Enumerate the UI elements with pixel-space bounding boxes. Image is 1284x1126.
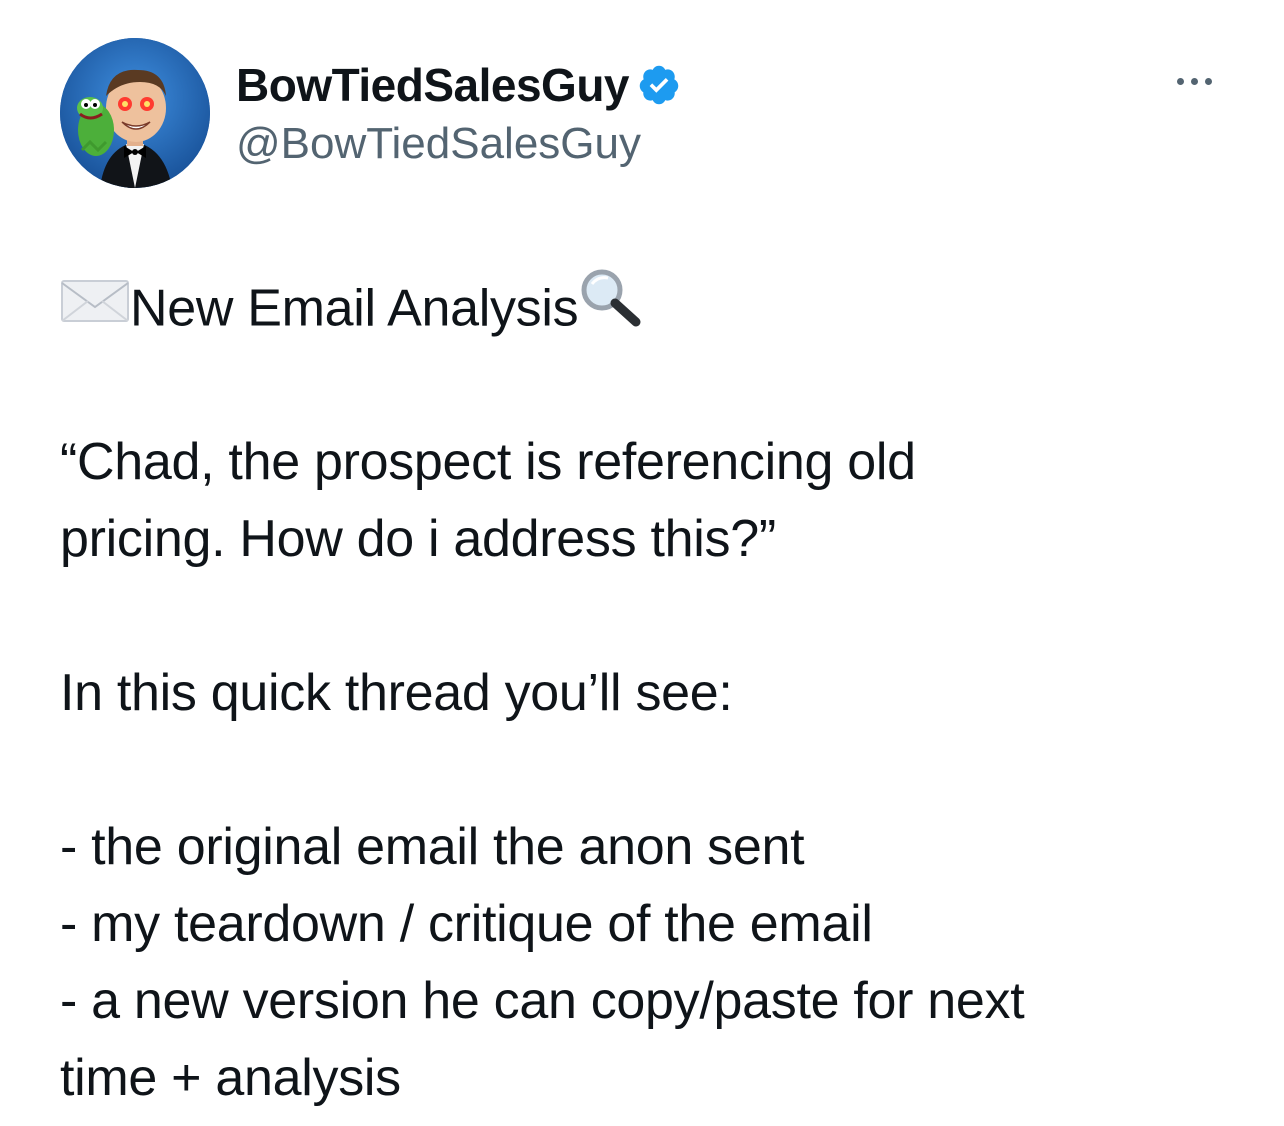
display-name-row: BowTiedSalesGuy — [236, 56, 681, 114]
author-names: BowTiedSalesGuy @BowTiedSalesGuy — [236, 56, 681, 172]
author-handle[interactable]: @BowTiedSalesGuy — [236, 116, 681, 172]
more-dot — [1190, 77, 1198, 85]
bullet-item-1: - the original email the anon sent — [60, 818, 805, 876]
avatar-image — [60, 38, 210, 188]
bullet-item-3-continued: time + analysis — [60, 1049, 401, 1107]
display-name[interactable]: BowTiedSalesGuy — [236, 56, 630, 114]
tweet-header: BowTiedSalesGuy @BowTiedSalesGuy — [60, 38, 1224, 190]
bullet-item-3: - a new version he can copy/paste for ne… — [60, 972, 1025, 1030]
tweet-text: New Email Analysis “Chad, the prospect i… — [60, 269, 1230, 1117]
more-options-icon[interactable] — [1164, 66, 1224, 96]
title-text: New Email Analysis — [130, 279, 579, 338]
avatar[interactable] — [60, 38, 210, 188]
bullet-item-2: - my teardown / critique of the email — [60, 895, 873, 953]
tweet-card: BowTiedSalesGuy @BowTiedSalesGuy New Ema… — [0, 0, 1284, 1126]
quote-line-2: pricing. How do i address this?” — [60, 510, 776, 568]
magnifying-glass-icon — [578, 266, 644, 350]
envelope-icon — [60, 270, 130, 347]
title-line: New Email Analysis — [60, 269, 1230, 347]
verified-badge-icon[interactable] — [637, 63, 681, 107]
more-dot — [1176, 77, 1184, 85]
more-dot — [1204, 77, 1212, 85]
intro-line: In this quick thread you’ll see: — [60, 664, 733, 722]
quote-line-1: “Chad, the prospect is referencing old — [60, 433, 916, 491]
